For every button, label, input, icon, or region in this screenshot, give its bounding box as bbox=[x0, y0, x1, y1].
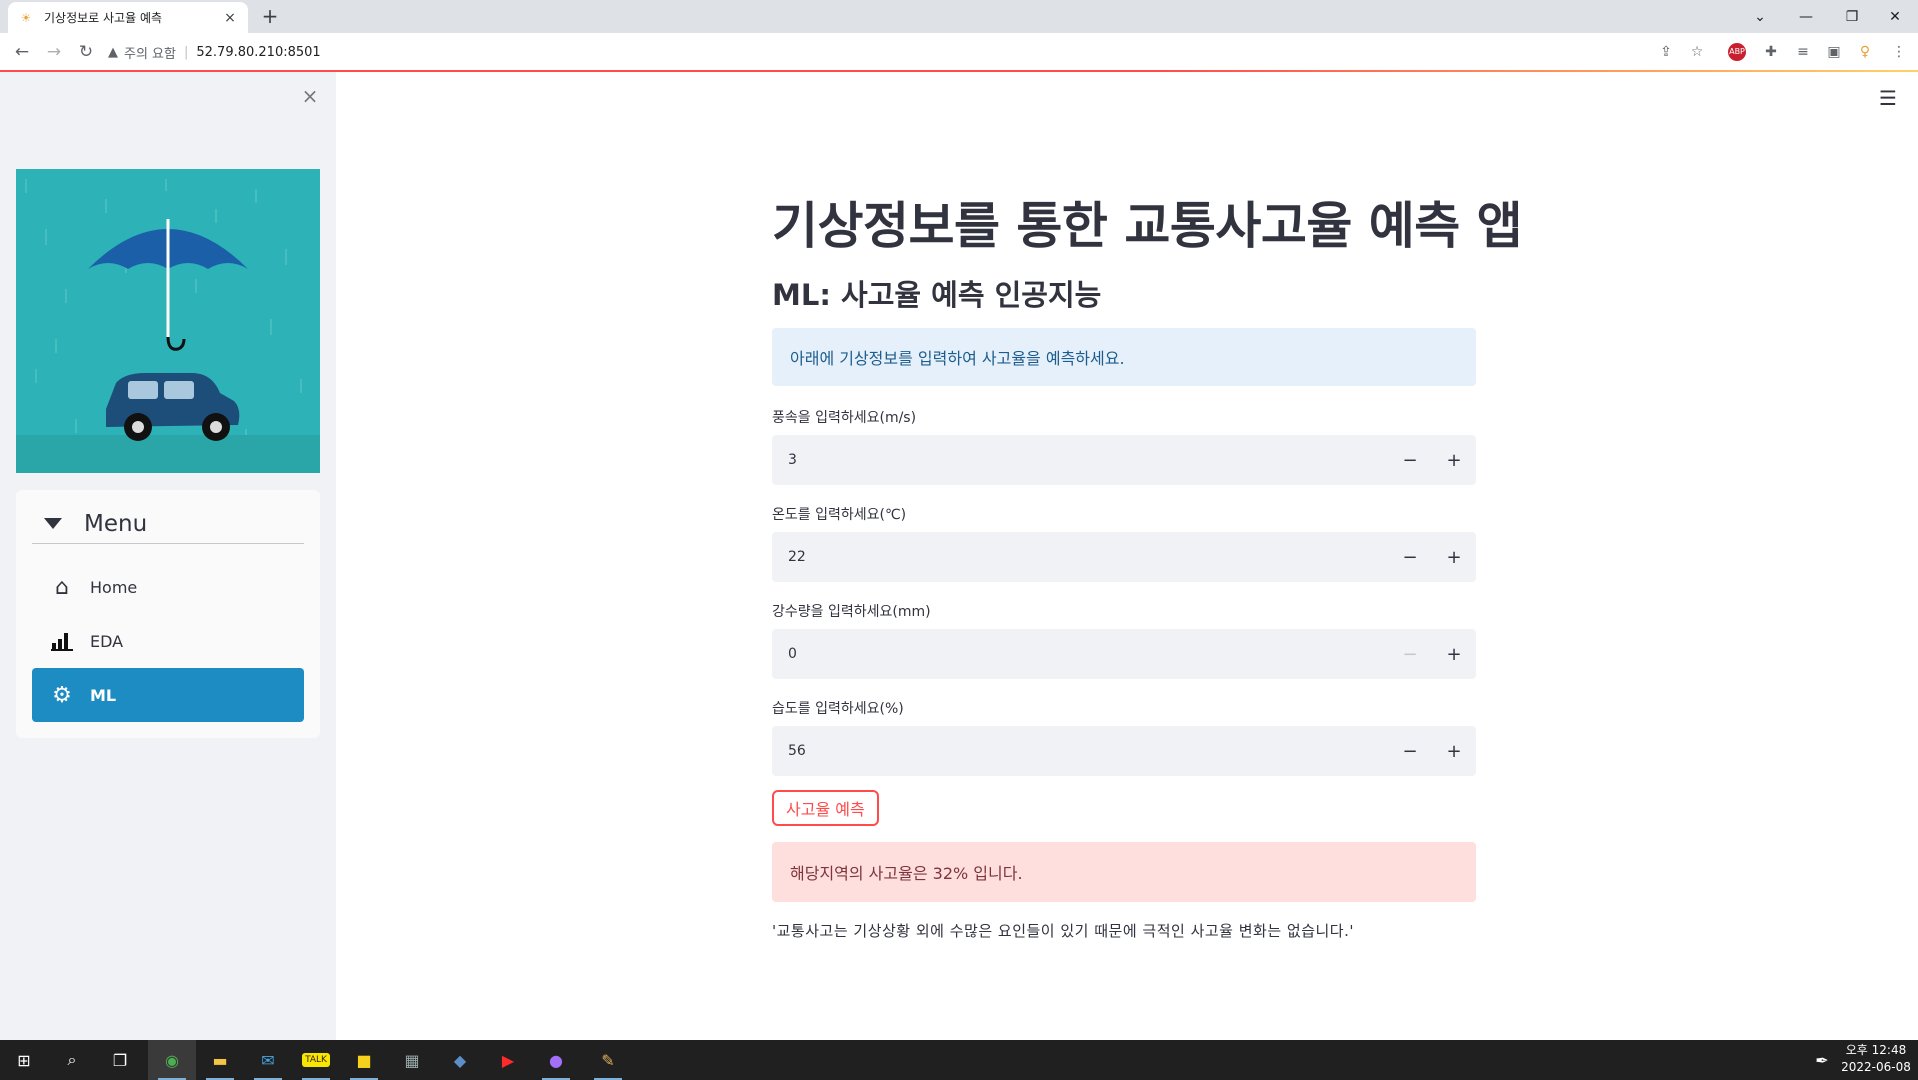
clock-time: 오후 12:48 bbox=[1845, 1043, 1907, 1057]
tab-search-icon[interactable]: ⌄ bbox=[1737, 0, 1783, 33]
wind-speed-increment-button[interactable]: + bbox=[1432, 435, 1476, 485]
file-explorer-icon[interactable]: ▬ bbox=[196, 1040, 244, 1080]
menu-header[interactable]: Menu bbox=[32, 504, 304, 544]
tab-title: 기상정보로 사고율 예측 bbox=[44, 11, 163, 25]
paint-icon[interactable]: ✎ bbox=[584, 1040, 632, 1080]
adblock-icon[interactable]: ABP bbox=[1728, 43, 1746, 61]
humidity-value[interactable]: 56 bbox=[772, 743, 1388, 759]
sticky-notes-icon[interactable]: ■ bbox=[340, 1040, 388, 1080]
extensions-puzzle-icon[interactable]: ✚ bbox=[1760, 41, 1782, 63]
address-bar[interactable]: ▲ 주의 요함 | 52.79.80.210:8501 bbox=[108, 37, 1708, 67]
bookmark-star-icon[interactable]: ☆ bbox=[1686, 41, 1708, 63]
browser-toolbar: ← → ↻ ▲ 주의 요함 | 52.79.80.210:8501 ⇪ ☆ AB… bbox=[0, 33, 1918, 71]
menu-item-label: ML bbox=[90, 685, 117, 705]
wind-speed-input[interactable]: 3 − + bbox=[772, 435, 1476, 485]
precipitation-label: 강수량을 입력하세요(mm) bbox=[772, 604, 931, 620]
restore-button[interactable]: ❐ bbox=[1829, 0, 1875, 33]
browser-tab[interactable]: ☀ 기상정보로 사고율 예측 × bbox=[8, 2, 248, 33]
reload-icon[interactable]: ↻ bbox=[74, 40, 98, 64]
rain-umbrella-car-image bbox=[16, 169, 320, 473]
forward-icon[interactable]: → bbox=[42, 40, 66, 64]
menu-item-home[interactable]: ⌂ Home bbox=[32, 560, 304, 614]
option-menu: Menu ⌂ Home EDA ⚙ ML bbox=[16, 490, 320, 738]
page-title: 기상정보를 통한 교통사고율 예측 앱 bbox=[772, 197, 1523, 255]
temperature-increment-button[interactable]: + bbox=[1432, 532, 1476, 582]
calculator-icon[interactable]: ▦ bbox=[388, 1040, 436, 1080]
taskbar: ⊞ ⌕ ❐ ◉ ▬ ✉ TALK ■ ▦ ◆ ▶ ● ✎ ✒ 오후 12:48 … bbox=[0, 1040, 1918, 1080]
menu-item-label: Home bbox=[90, 577, 138, 597]
github-icon[interactable]: ● bbox=[532, 1040, 580, 1080]
result-alert: 해당지역의 사고율은 32% 입니다. bbox=[772, 842, 1476, 902]
chrome-menu-icon[interactable]: ⋮ bbox=[1888, 41, 1910, 63]
menu-item-label: EDA bbox=[90, 631, 124, 651]
system-clock[interactable]: 오후 12:48 2022-06-08 bbox=[1838, 1042, 1914, 1078]
temperature-value[interactable]: 22 bbox=[772, 549, 1388, 565]
home-icon: ⌂ bbox=[55, 574, 69, 600]
wind-speed-label: 풍속을 입력하세요(m/s) bbox=[772, 410, 917, 426]
temperature-decrement-button[interactable]: − bbox=[1388, 532, 1432, 582]
clock-date: 2022-06-08 bbox=[1841, 1060, 1911, 1074]
minimize-button[interactable]: — bbox=[1783, 0, 1829, 33]
bar-chart-icon bbox=[48, 629, 76, 653]
back-icon[interactable]: ← bbox=[10, 40, 34, 64]
browser-tab-bar: ☀ 기상정보로 사고율 예측 × + ⌄ — ❐ ✕ bbox=[0, 0, 1918, 33]
new-tab-button[interactable]: + bbox=[258, 4, 282, 28]
youtube-icon[interactable]: ▶ bbox=[484, 1040, 532, 1080]
predict-button[interactable]: 사고율 예측 bbox=[772, 790, 879, 826]
warning-icon[interactable]: ▲ bbox=[108, 45, 118, 60]
separator: | bbox=[183, 44, 189, 60]
sidebar-close-icon[interactable]: × bbox=[298, 84, 322, 108]
mysql-workbench-icon[interactable]: ◆ bbox=[436, 1040, 484, 1080]
humidity-decrement-button[interactable]: − bbox=[1388, 726, 1432, 776]
menu-title: Menu bbox=[84, 510, 148, 537]
wind-speed-decrement-button[interactable]: − bbox=[1388, 435, 1432, 485]
humidity-increment-button[interactable]: + bbox=[1432, 726, 1476, 776]
precipitation-input[interactable]: 0 − + bbox=[772, 629, 1476, 679]
umbrella-car-illustration bbox=[16, 169, 320, 473]
wind-speed-value[interactable]: 3 bbox=[772, 452, 1388, 468]
disclaimer-text: '교통사고는 기상상황 외에 수많은 요인들이 있기 때문에 극적인 사고율 변… bbox=[772, 922, 1354, 940]
humidity-label: 습도를 입력하세요(%) bbox=[772, 701, 904, 717]
reading-list-icon[interactable]: ≡ bbox=[1792, 41, 1814, 63]
temperature-label: 온도를 입력하세요(℃) bbox=[772, 507, 907, 523]
windows-start-icon[interactable]: ⊞ bbox=[0, 1040, 48, 1080]
precipitation-decrement-button[interactable]: − bbox=[1388, 629, 1432, 679]
precipitation-increment-button[interactable]: + bbox=[1432, 629, 1476, 679]
close-window-button[interactable]: ✕ bbox=[1872, 0, 1918, 33]
mail-icon[interactable]: ✉ bbox=[244, 1040, 292, 1080]
menu-item-eda[interactable]: EDA bbox=[32, 614, 304, 668]
search-icon[interactable]: ⌕ bbox=[48, 1040, 96, 1080]
menu-item-ml[interactable]: ⚙ ML bbox=[32, 668, 304, 722]
security-label[interactable]: 주의 요함 bbox=[124, 43, 176, 62]
info-alert: 아래에 기상정보를 입력하여 사고율을 예측하세요. bbox=[772, 328, 1476, 386]
task-view-icon[interactable]: ❐ bbox=[96, 1040, 144, 1080]
gear-icon: ⚙ bbox=[52, 682, 72, 708]
caret-down-icon bbox=[44, 518, 62, 529]
temperature-input[interactable]: 22 − + bbox=[772, 532, 1476, 582]
url-text[interactable]: 52.79.80.210:8501 bbox=[196, 45, 320, 60]
tab-close-button[interactable]: × bbox=[222, 10, 238, 26]
hamburger-menu-icon[interactable]: ☰ bbox=[1874, 86, 1902, 110]
precipitation-value[interactable]: 0 bbox=[772, 646, 1388, 662]
weather-favicon-icon: ☀ bbox=[20, 10, 32, 25]
profile-icon[interactable]: ♀ bbox=[1854, 41, 1876, 63]
humidity-input[interactable]: 56 − + bbox=[772, 726, 1476, 776]
page-subtitle: ML: 사고율 예측 인공지능 bbox=[772, 278, 1102, 312]
share-icon[interactable]: ⇪ bbox=[1655, 41, 1677, 63]
sidebar: × Menu ⌂ Home EDA ⚙ ML bbox=[0, 72, 336, 1040]
side-panel-icon[interactable]: ▣ bbox=[1823, 41, 1845, 63]
chrome-taskbar-icon[interactable]: ◉ bbox=[148, 1040, 196, 1080]
kakaotalk-icon[interactable]: TALK bbox=[292, 1040, 340, 1080]
